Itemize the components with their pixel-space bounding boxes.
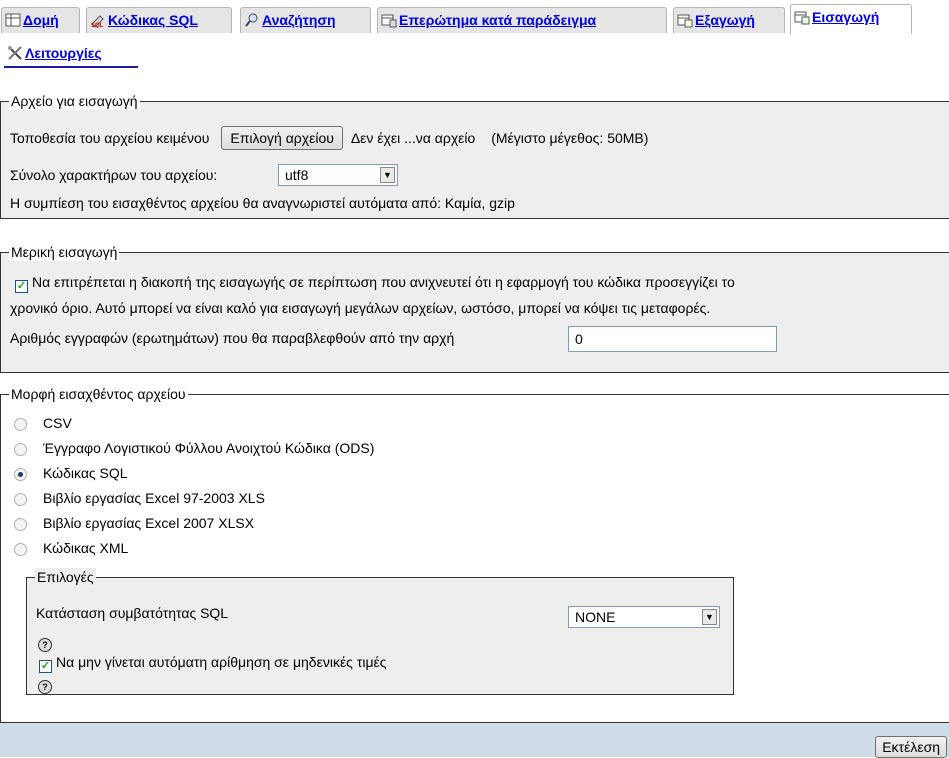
tab-sql-label: Κώδικας SQL <box>108 12 198 28</box>
tab-search-label: Αναζήτηση <box>262 12 336 28</box>
import-icon <box>794 11 810 25</box>
help-icon[interactable]: ? <box>38 680 52 694</box>
format-legend: Μορφή εισαχθέντος αρχείου <box>9 385 188 403</box>
options-fieldset: Επιλογές Κατάσταση συμβατότητας SQL NONE… <box>26 568 734 695</box>
partial-import-fieldset: Μερική εισαγωγή ✓ Να επιτρέπεται η διακοπ… <box>0 243 949 373</box>
format-radio-xml[interactable] <box>14 543 27 556</box>
tab-export[interactable]: Εξαγωγή <box>673 7 785 33</box>
options-legend: Επιλογές <box>35 568 96 586</box>
operations-icon <box>8 46 22 60</box>
allow-interrupt-label-line2: χρονικό όριο. Αυτό μπορεί να είναι καλό … <box>10 300 711 316</box>
format-radio-xlsx[interactable] <box>14 518 27 531</box>
allow-interrupt-checkbox[interactable]: ✓ <box>15 280 28 293</box>
file-location-label: Τοποθεσία του αρχείου κειμένου <box>10 130 210 146</box>
allow-interrupt-label-line1: Να επιτρέπεται η διακοπή της εισαγωγής σ… <box>32 274 735 290</box>
no-file-chosen-text: Δεν έχει ...να αρχείο <box>350 130 476 146</box>
format-radio-xls[interactable] <box>14 493 27 506</box>
no-auto-value-checkbox[interactable]: ✓ <box>39 660 52 673</box>
format-radio-sql[interactable] <box>14 468 27 481</box>
tab-import[interactable]: Εισαγωγή <box>790 4 912 34</box>
tab-bar: Δομή SQL Κώδικας SQL Αναζήτηση Επερώτημα … <box>0 0 949 70</box>
tab-query-label: Επερώτημα κατά παράδειγμα <box>399 12 597 28</box>
chevron-down-icon[interactable]: ▼ <box>380 167 395 183</box>
skip-queries-label: Αριθμός εγγραφών (ερωτημάτων) που θα παρ… <box>10 330 455 346</box>
sql-compat-label: Κατάσταση συμβατότητας SQL <box>36 605 229 621</box>
tab-search[interactable]: Αναζήτηση <box>240 7 371 33</box>
search-icon <box>245 13 258 27</box>
sql-compat-select-value: NONE <box>575 609 616 625</box>
sql-compat-select[interactable]: NONE ▼ <box>568 606 720 628</box>
submit-bar: Εκτέλεση <box>0 722 949 758</box>
no-auto-value-label: Να μην γίνεται αυτόματη αρίθμηση σε μηδε… <box>56 654 387 670</box>
go-button[interactable]: Εκτέλεση <box>875 736 947 758</box>
tab-structure-label: Δομή <box>23 12 59 28</box>
tab-structure[interactable]: Δομή <box>1 7 80 33</box>
charset-select[interactable]: utf8 ▼ <box>278 164 398 186</box>
format-label-xml: Κώδικας XML <box>43 540 129 556</box>
skip-queries-input[interactable]: 0 <box>568 326 777 352</box>
compression-note: Η συμπίεση του εισαχθέντος αρχείου θα αν… <box>10 195 515 211</box>
tab-operations-label: Λειτουργίες <box>25 45 102 61</box>
max-size-text: (Μέγιστο μέγεθος: 50MB) <box>491 130 649 146</box>
choose-file-button[interactable]: Επιλογή αρχείου <box>221 126 343 150</box>
file-to-import-fieldset: Αρχείο για εισαγωγή Τοποθεσία του αρχείο… <box>0 92 949 219</box>
charset-select-value: utf8 <box>285 167 309 183</box>
tab-operations[interactable]: Λειτουργίες <box>4 41 138 68</box>
format-radio-ods[interactable] <box>14 443 27 456</box>
format-label-xlsx: Βιβλίο εργασίας Excel 2007 XLSX <box>43 515 255 531</box>
charset-label: Σύνολο χαρακτήρων του αρχείου: <box>10 167 218 183</box>
file-to-import-legend: Αρχείο για εισαγωγή <box>9 92 140 110</box>
tab-export-label: Εξαγωγή <box>695 12 755 28</box>
format-label-sql: Κώδικας SQL <box>43 465 128 481</box>
format-radio-csv[interactable] <box>14 418 27 431</box>
tab-import-label: Εισαγωγή <box>812 9 880 25</box>
chevron-down-icon[interactable]: ▼ <box>702 609 717 625</box>
structure-icon <box>5 13 21 27</box>
tab-sql[interactable]: SQL Κώδικας SQL <box>86 7 232 33</box>
export-icon <box>677 14 693 28</box>
format-label-csv: CSV <box>43 415 72 431</box>
tab-query[interactable]: Επερώτημα κατά παράδειγμα <box>377 7 667 33</box>
format-label-xls: Βιβλίο εργασίας Excel 97-2003 XLS <box>43 490 265 506</box>
query-icon <box>381 14 397 28</box>
help-icon[interactable]: ? <box>38 638 52 652</box>
format-label-ods: Έγγραφο Λογιστικού Φύλλου Ανοιχτού Κώδικ… <box>43 440 375 456</box>
svg-text:SQL: SQL <box>91 23 104 28</box>
partial-import-legend: Μερική εισαγωγή <box>9 243 120 261</box>
sql-icon: SQL <box>91 15 104 28</box>
